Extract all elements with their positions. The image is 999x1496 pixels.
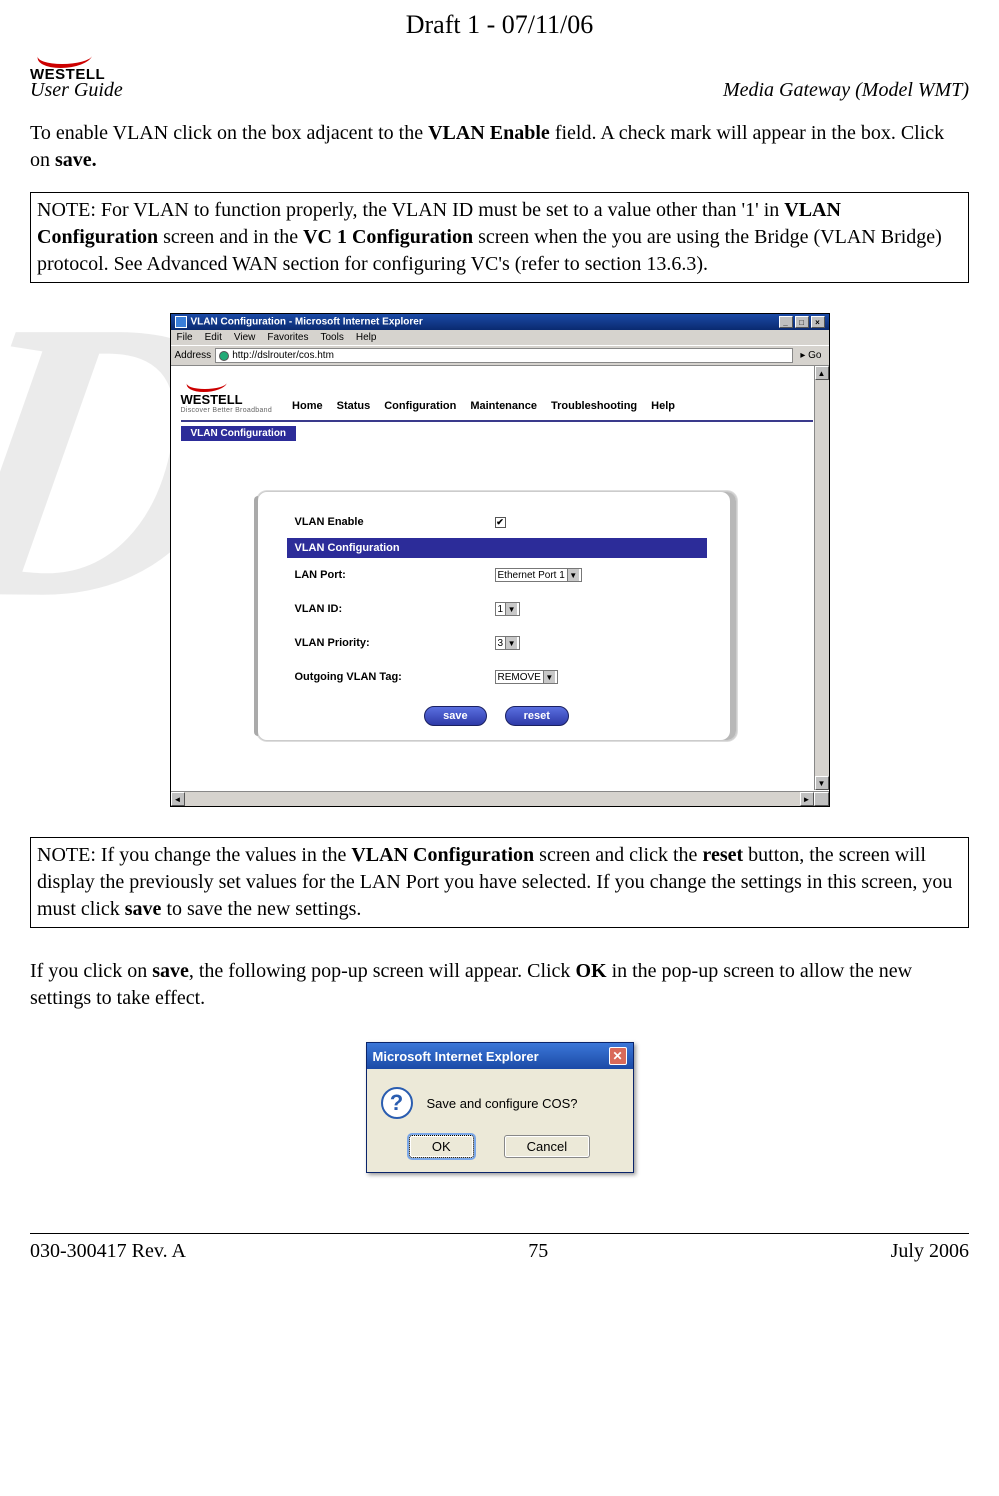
ie-menubar: File Edit View Favorites Tools Help <box>171 330 829 345</box>
subnav-tab[interactable]: VLAN Configuration <box>181 426 297 441</box>
dialog-message: Save and configure COS? <box>427 1096 578 1111</box>
ie-window: VLAN Configuration - Microsoft Internet … <box>170 313 830 807</box>
footer-right: July 2006 <box>891 1240 969 1263</box>
chevron-down-icon: ▼ <box>567 569 579 581</box>
nav-home[interactable]: Home <box>292 400 323 412</box>
minimize-button[interactable]: _ <box>779 316 793 328</box>
ie-icon <box>175 316 187 328</box>
outgoing-tag-label: Outgoing VLAN Tag: <box>295 671 495 683</box>
ie-titlebar: VLAN Configuration - Microsoft Internet … <box>171 314 829 330</box>
menu-file[interactable]: File <box>177 332 193 343</box>
menu-help[interactable]: Help <box>356 332 377 343</box>
config-panel: VLAN Enable ✔ VLAN Configuration LAN Por… <box>257 491 737 741</box>
question-icon: ? <box>381 1087 413 1119</box>
go-button[interactable]: ▸ Go <box>797 350 824 361</box>
vlan-id-select[interactable]: 1▼ <box>495 602 521 616</box>
section-header: VLAN Configuration <box>287 538 707 558</box>
paragraph-1: To enable VLAN click on the box adjacent… <box>30 120 969 174</box>
vertical-scrollbar[interactable]: ▲ ▼ <box>814 366 829 790</box>
lan-port-label: LAN Port: <box>295 569 495 581</box>
confirm-dialog: Microsoft Internet Explorer ✕ ? Save and… <box>366 1042 634 1173</box>
maximize-button[interactable]: □ <box>795 316 809 328</box>
top-nav: Home Status Configuration Maintenance Tr… <box>292 400 675 414</box>
menu-tools[interactable]: Tools <box>320 332 343 343</box>
nav-help[interactable]: Help <box>651 400 675 412</box>
scroll-left-icon[interactable]: ◄ <box>171 792 185 806</box>
header-right: Media Gateway (Model WMT) <box>723 79 969 102</box>
lan-port-select[interactable]: Ethernet Port 1▼ <box>495 568 582 582</box>
chevron-down-icon: ▼ <box>505 637 517 649</box>
header-left: User Guide <box>30 79 123 102</box>
nav-maintenance[interactable]: Maintenance <box>470 400 537 412</box>
ok-button[interactable]: OK <box>409 1135 474 1158</box>
vlan-enable-checkbox[interactable]: ✔ <box>495 517 506 528</box>
globe-icon <box>219 351 229 361</box>
vlan-priority-select[interactable]: 3▼ <box>495 636 521 650</box>
chevron-down-icon: ▼ <box>543 671 555 683</box>
nav-status[interactable]: Status <box>337 400 371 412</box>
horizontal-scrollbar[interactable]: ◄ ► <box>171 791 829 806</box>
page-footer: 030-300417 Rev. A 75 July 2006 <box>30 1233 969 1263</box>
scroll-down-icon[interactable]: ▼ <box>815 776 829 790</box>
outgoing-tag-select[interactable]: REMOVE▼ <box>495 670 558 684</box>
scroll-right-icon[interactable]: ► <box>800 792 814 806</box>
address-input[interactable]: http://dslrouter/cos.htm <box>215 348 793 363</box>
close-button[interactable]: × <box>811 316 825 328</box>
note-box-2: NOTE: If you change the values in the VL… <box>30 837 969 928</box>
reset-button[interactable]: reset <box>505 706 569 726</box>
chevron-down-icon: ▼ <box>505 603 517 615</box>
scroll-corner <box>814 792 829 806</box>
scroll-up-icon[interactable]: ▲ <box>815 366 829 380</box>
ie-title-text: VLAN Configuration - Microsoft Internet … <box>191 317 423 328</box>
menu-view[interactable]: View <box>234 332 256 343</box>
cancel-button[interactable]: Cancel <box>504 1135 590 1158</box>
note-box-1: NOTE: For VLAN to function properly, the… <box>30 192 969 283</box>
dialog-close-button[interactable]: ✕ <box>609 1047 627 1065</box>
nav-troubleshooting[interactable]: Troubleshooting <box>551 400 637 412</box>
paragraph-2: If you click on save, the following pop-… <box>30 958 969 1012</box>
address-label: Address <box>175 350 212 361</box>
dialog-title-text: Microsoft Internet Explorer <box>373 1049 539 1064</box>
menu-edit[interactable]: Edit <box>205 332 222 343</box>
save-button[interactable]: save <box>424 706 486 726</box>
content-logo: WESTELL Discover Better Broadband <box>181 374 273 414</box>
address-url: http://dslrouter/cos.htm <box>232 350 334 361</box>
menu-favorites[interactable]: Favorites <box>267 332 308 343</box>
footer-left: 030-300417 Rev. A <box>30 1240 186 1263</box>
dialog-titlebar: Microsoft Internet Explorer ✕ <box>367 1043 633 1069</box>
brand-logo: WESTELL <box>30 44 105 83</box>
vlan-id-label: VLAN ID: <box>295 603 495 615</box>
draft-header: Draft 1 - 07/11/06 <box>30 10 969 40</box>
nav-configuration[interactable]: Configuration <box>384 400 456 412</box>
footer-page-number: 75 <box>528 1240 548 1263</box>
vlan-priority-label: VLAN Priority: <box>295 637 495 649</box>
vlan-enable-label: VLAN Enable <box>295 516 495 528</box>
